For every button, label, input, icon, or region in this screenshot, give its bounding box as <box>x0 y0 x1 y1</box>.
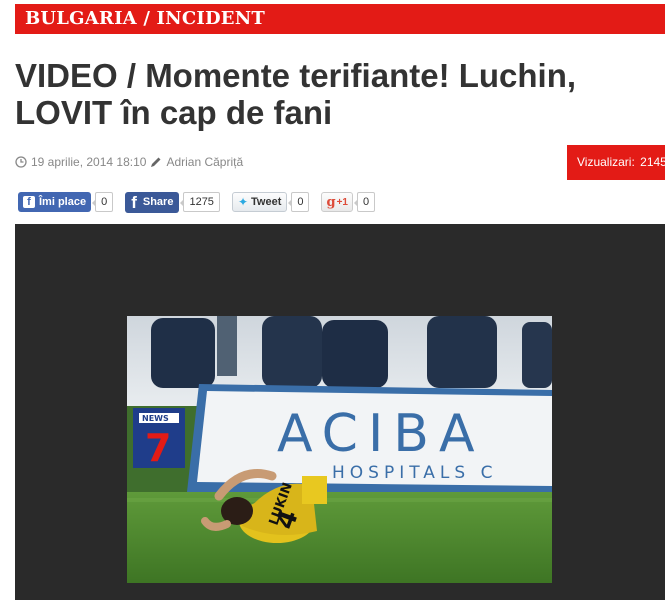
google-plus-icon: g <box>326 194 336 210</box>
tweet-label: Tweet <box>251 196 282 208</box>
meta-info: 19 aprilie, 2014 18:10 Adrian Căpriță <box>15 155 243 169</box>
video-player[interactable]: ACIBA HOSPITALS C NEWS 7 LUKIN 4 <box>15 224 665 600</box>
tv-logo-number: 7 <box>145 426 171 470</box>
fb-like-count: 0 <box>92 192 114 212</box>
facebook-share-button[interactable]: f Share <box>125 191 180 213</box>
tweet-count: 0 <box>288 192 310 212</box>
category-breadcrumb[interactable]: BULGARIA / INCIDENT <box>15 4 665 34</box>
article-title: VIDEO / Momente terifiante! Luchin, LOVI… <box>15 57 577 131</box>
views-label: Vizualizari: <box>577 155 635 169</box>
banner-text: ACIBA <box>277 404 485 464</box>
football-player-injured-image: ACIBA HOSPITALS C NEWS 7 LUKIN 4 <box>127 316 552 583</box>
tv-logo-top: NEWS <box>142 414 169 423</box>
gplus-count: 0 <box>353 192 376 212</box>
twitter-bird-icon: ✦ <box>237 195 248 209</box>
share-toolbar: f Îmi place 0 f Share 1275 ✦ Tweet 0 g +1… <box>18 190 376 214</box>
pencil-icon <box>151 157 161 167</box>
author-name[interactable]: Adrian Căpriță <box>166 155 243 169</box>
views-count: 2145 <box>640 155 665 169</box>
banner-subtext: HOSPITALS C <box>332 463 497 483</box>
facebook-like-button[interactable]: f Îmi place <box>18 192 92 212</box>
clock-icon <box>15 156 27 168</box>
fb-like-label: Îmi place <box>39 196 87 208</box>
fb-share-label: Share <box>142 196 174 208</box>
views-badge: Vizualizari: 2145 <box>567 145 665 180</box>
facebook-icon: f <box>23 196 35 208</box>
fb-share-count: 1275 <box>180 192 220 212</box>
article-photo: ACIBA HOSPITALS C NEWS 7 LUKIN 4 <box>127 316 552 583</box>
facebook-icon: f <box>131 192 137 212</box>
publish-date: 19 aprilie, 2014 18:10 <box>31 155 147 169</box>
google-plus-button[interactable]: g +1 <box>321 192 353 212</box>
article-meta: 19 aprilie, 2014 18:10 Adrian Căpriță Vi… <box>0 145 665 181</box>
tweet-button[interactable]: ✦ Tweet <box>231 192 288 212</box>
